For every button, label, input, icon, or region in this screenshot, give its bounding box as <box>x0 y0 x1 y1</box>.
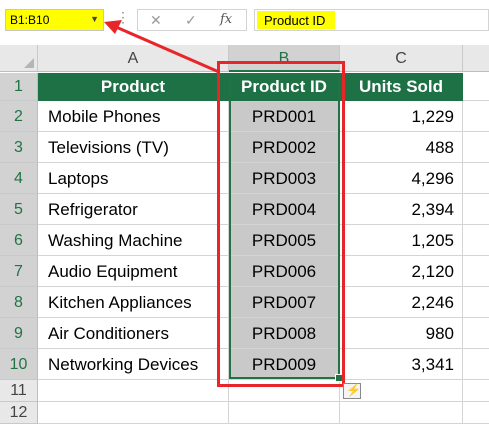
quick-analysis-icon[interactable]: ⚡ <box>343 383 361 399</box>
annotation-arrow <box>104 20 220 74</box>
